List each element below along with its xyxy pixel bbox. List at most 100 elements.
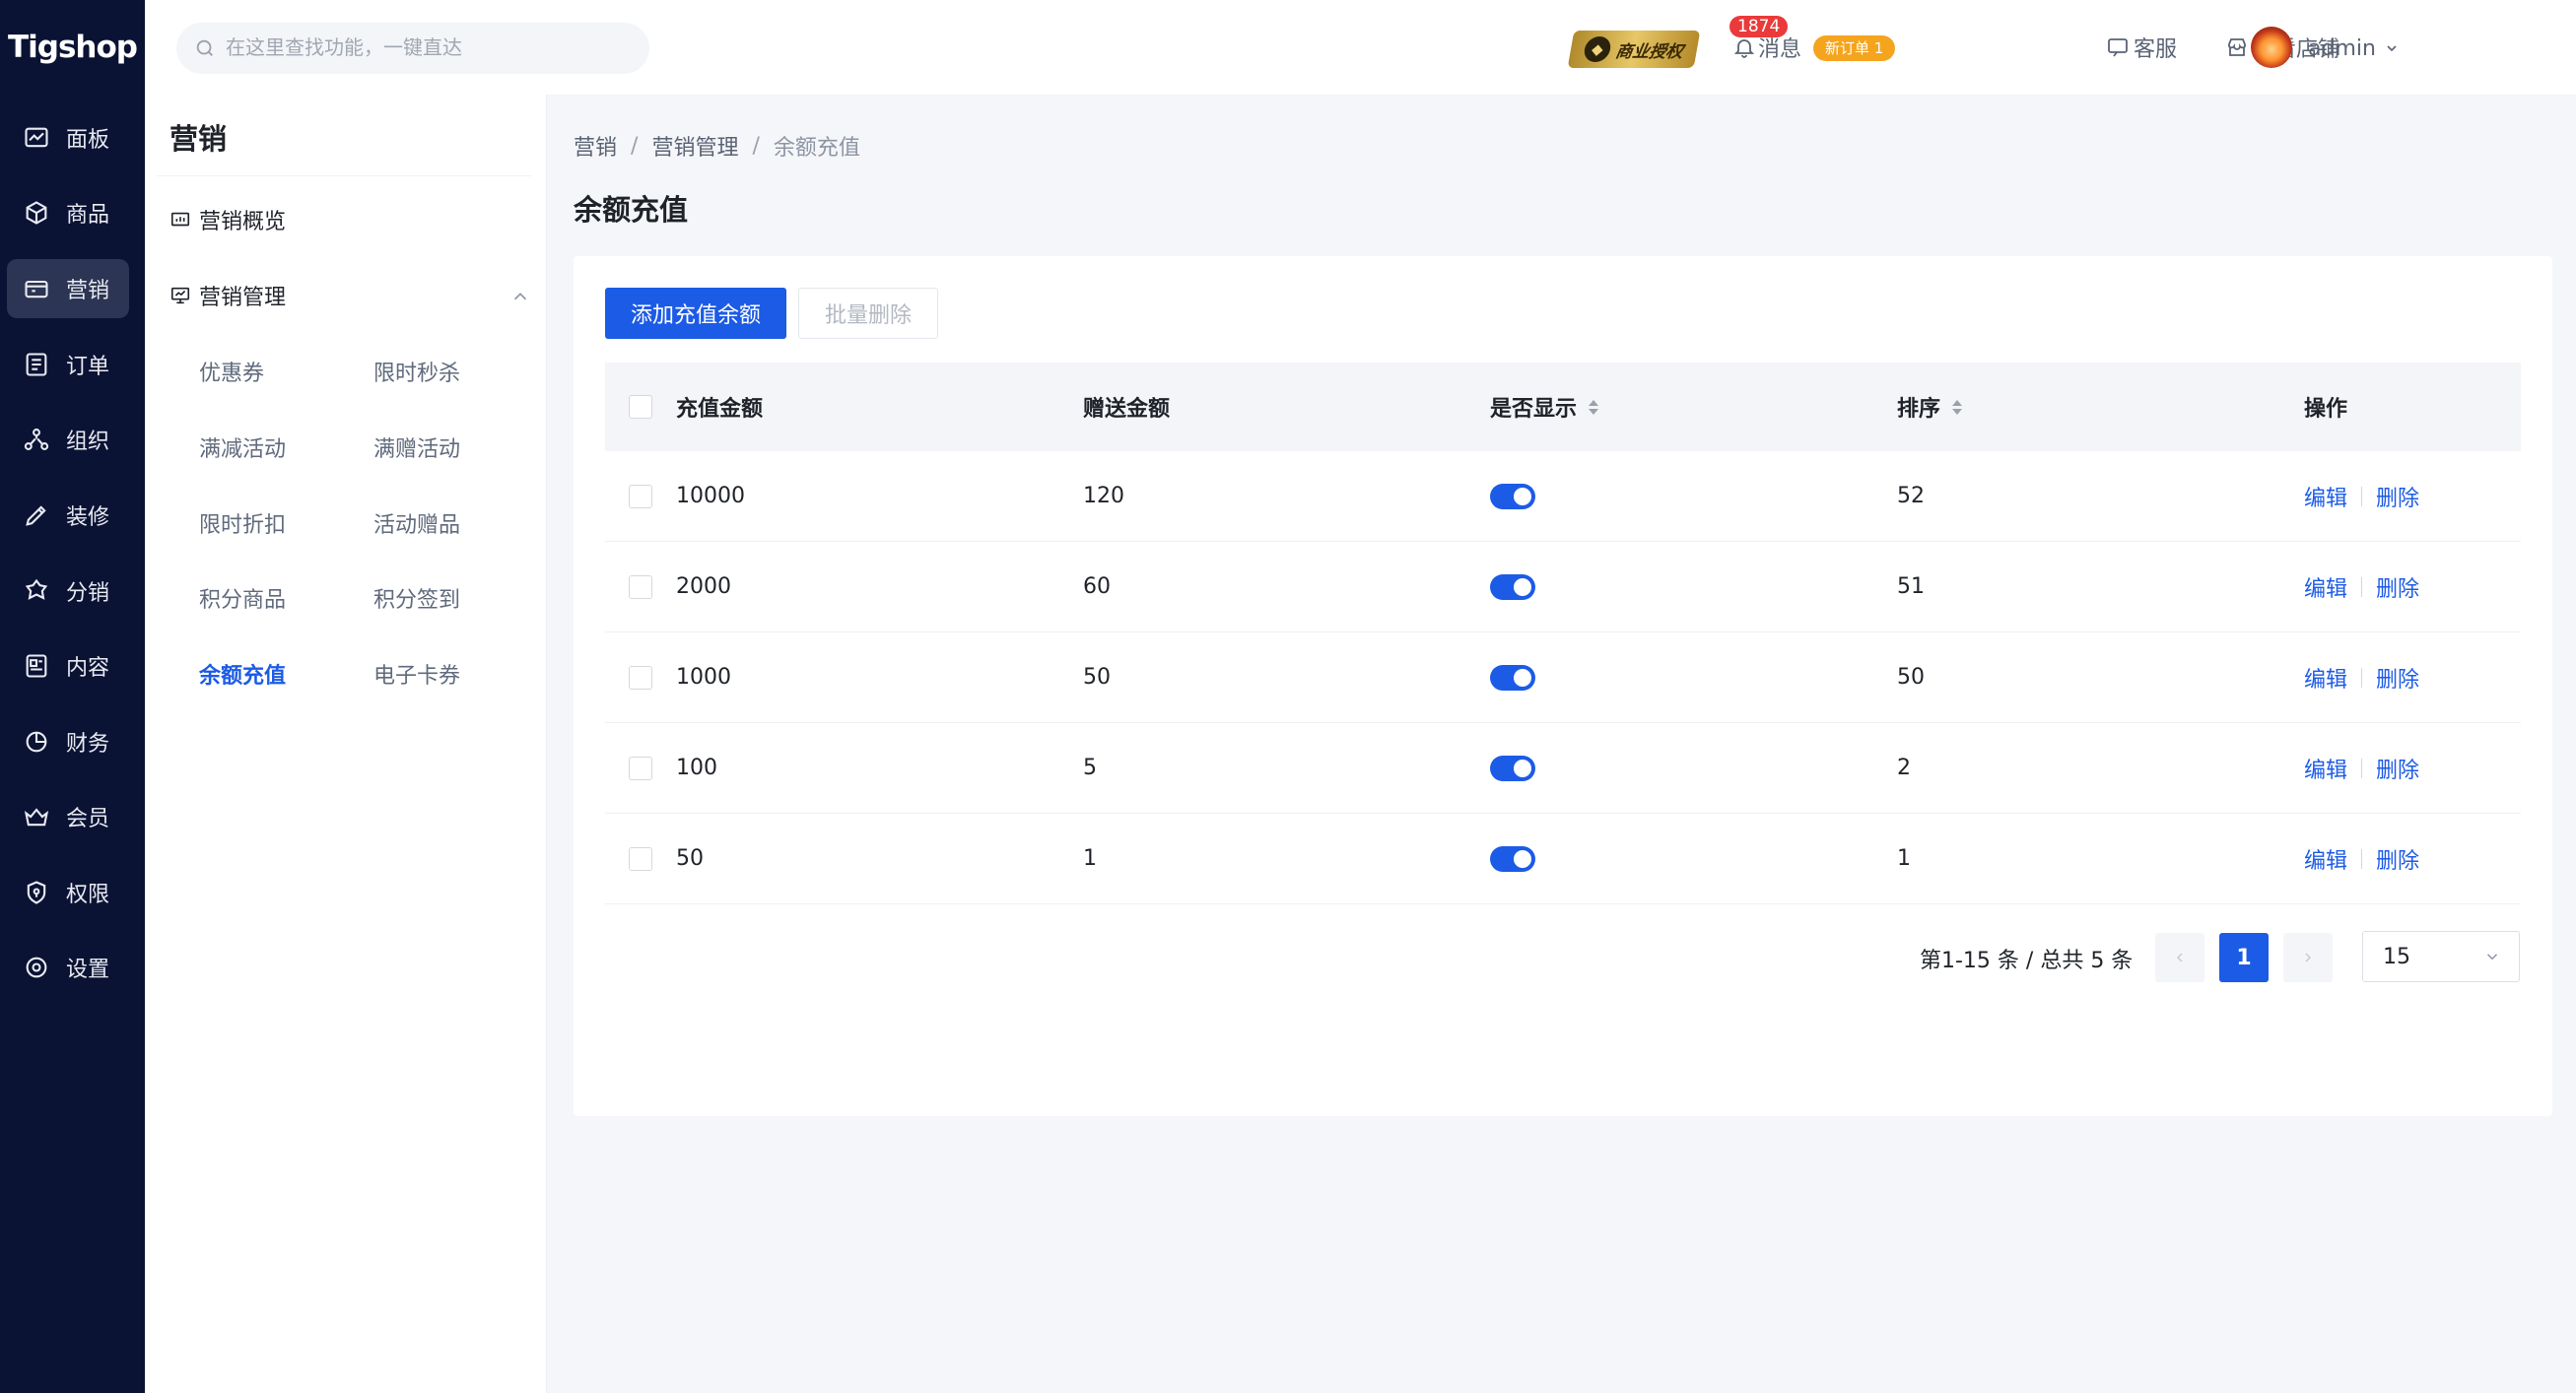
- cell-amount: 1000: [676, 665, 731, 690]
- row-checkbox[interactable]: [629, 665, 652, 690]
- edit-link[interactable]: 编辑: [2304, 843, 2347, 875]
- org-icon: [23, 426, 50, 453]
- delete-link[interactable]: 删除: [2376, 662, 2419, 694]
- distribution-icon: [23, 577, 50, 605]
- divider: [157, 175, 531, 176]
- nav-item-decorate[interactable]: 装修: [7, 486, 129, 545]
- breadcrumb-current: 余额充值: [773, 136, 860, 161]
- order-icon: [23, 351, 50, 378]
- edit-link[interactable]: 编辑: [2304, 571, 2347, 603]
- marketing-icon: [23, 275, 50, 302]
- submenu-leaf-ecard[interactable]: 电子卡券: [373, 658, 460, 690]
- service-label: 客服: [2134, 37, 2178, 62]
- delete-link[interactable]: 删除: [2376, 753, 2419, 784]
- submenu-leaf-full-reduction[interactable]: 满减活动: [199, 431, 286, 463]
- delete-link[interactable]: 删除: [2376, 481, 2419, 512]
- divider: [2361, 758, 2363, 778]
- submenu-leaf-balance-recharge[interactable]: 余额充值: [199, 658, 286, 690]
- chevron-left-icon: [2177, 953, 2183, 962]
- nav-label: 装修: [66, 505, 110, 530]
- row-checkbox[interactable]: [629, 756, 652, 780]
- service-link[interactable]: 客服: [2106, 30, 2177, 65]
- page-size-select[interactable]: 15: [2362, 931, 2520, 982]
- row-checkbox[interactable]: [629, 574, 652, 599]
- nav-label: 权限: [66, 883, 110, 907]
- divider: [2361, 848, 2363, 869]
- prev-page-button[interactable]: [2155, 933, 2204, 982]
- column-header-show[interactable]: 是否显示: [1490, 391, 1897, 423]
- new-order-badge[interactable]: 新订单 1: [1813, 35, 1896, 61]
- add-recharge-button[interactable]: 添加充值余额: [605, 288, 786, 339]
- submenu-leaf-points-goods[interactable]: 积分商品: [199, 582, 286, 614]
- row-checkbox[interactable]: [629, 484, 652, 508]
- submenu-leaf-full-gift[interactable]: 满赠活动: [373, 431, 460, 463]
- divider: [2361, 486, 2363, 506]
- submenu-leaf-points-signin[interactable]: 积分签到: [373, 582, 460, 614]
- nav-label: 订单: [66, 355, 110, 379]
- cell-sort: 50: [1897, 665, 1925, 690]
- sort-icon[interactable]: [1952, 399, 1963, 415]
- search-box[interactable]: [176, 23, 649, 74]
- show-toggle[interactable]: [1490, 845, 1535, 872]
- delete-link[interactable]: 删除: [2376, 843, 2419, 875]
- submenu-item-overview[interactable]: 营销概览: [169, 200, 286, 239]
- sort-icon[interactable]: [1589, 399, 1599, 415]
- cell-bonus: 1: [1083, 846, 1097, 871]
- store-icon: [2228, 38, 2246, 56]
- cell-bonus: 120: [1083, 484, 1124, 508]
- breadcrumb-separator: /: [631, 133, 639, 159]
- submenu-label: 营销概览: [199, 210, 287, 234]
- chevron-right-icon: [2305, 953, 2311, 962]
- edit-link[interactable]: 编辑: [2304, 481, 2347, 512]
- nav-item-order[interactable]: 订单: [7, 335, 129, 394]
- nav-item-distribution[interactable]: 分销: [7, 562, 129, 621]
- nav-label: 设置: [66, 958, 110, 982]
- show-toggle[interactable]: [1490, 664, 1535, 691]
- cell-bonus: 50: [1083, 665, 1111, 690]
- submenu-leaf-gift[interactable]: 活动赠品: [373, 507, 460, 539]
- page-number-button[interactable]: 1: [2219, 933, 2269, 982]
- submenu-leaf-seckill[interactable]: 限时秒杀: [373, 356, 460, 387]
- nav-item-permission[interactable]: 权限: [7, 863, 129, 922]
- row-checkbox[interactable]: [629, 846, 652, 871]
- submenu-label: 营销管理: [199, 286, 287, 310]
- nav-item-dashboard[interactable]: 面板: [7, 108, 129, 167]
- breadcrumb-item[interactable]: 营销管理: [651, 130, 738, 162]
- batch-delete-button[interactable]: 批量删除: [798, 288, 938, 339]
- show-toggle[interactable]: [1490, 755, 1535, 781]
- submenu-leaf-coupon[interactable]: 优惠券: [199, 356, 264, 387]
- nav-item-member[interactable]: 会员: [7, 787, 129, 846]
- decorate-icon: [23, 501, 50, 529]
- cell-amount: 2000: [676, 574, 731, 599]
- cell-sort: 51: [1897, 574, 1925, 599]
- nav-item-marketing[interactable]: 营销: [7, 259, 129, 318]
- submenu-group-management[interactable]: 营销管理: [169, 276, 286, 315]
- dashboard-icon: [23, 124, 50, 152]
- submenu-leaf-discount[interactable]: 限时折扣: [199, 507, 286, 539]
- nav-item-content[interactable]: 内容: [7, 636, 129, 696]
- license-badge[interactable]: ◆ 商业授权: [1567, 31, 1701, 68]
- search-input[interactable]: [226, 36, 620, 60]
- nav-item-org[interactable]: 组织: [7, 410, 129, 469]
- nav-item-goods[interactable]: 商品: [7, 183, 129, 242]
- edit-link[interactable]: 编辑: [2304, 662, 2347, 694]
- user-menu[interactable]: admin: [2308, 33, 2400, 64]
- nav-item-settings[interactable]: 设置: [7, 938, 129, 997]
- nav-label: 财务: [66, 732, 110, 757]
- nav-label: 内容: [66, 656, 110, 681]
- table-row: 1000 50 50 编辑 删除: [605, 632, 2521, 723]
- select-all-checkbox[interactable]: [629, 395, 652, 419]
- column-header-sort[interactable]: 排序: [1897, 391, 2304, 423]
- next-page-button[interactable]: [2283, 933, 2333, 982]
- column-header-bonus: 赠送金额: [1083, 397, 1171, 422]
- breadcrumb-item[interactable]: 营销: [574, 130, 617, 162]
- nav-item-finance[interactable]: 财务: [7, 712, 129, 771]
- delete-link[interactable]: 删除: [2376, 571, 2419, 603]
- logo[interactable]: Tigshop: [0, 0, 145, 94]
- avatar[interactable]: [2251, 27, 2292, 68]
- edit-link[interactable]: 编辑: [2304, 753, 2347, 784]
- cell-amount: 50: [676, 846, 704, 871]
- show-toggle[interactable]: [1490, 573, 1535, 600]
- show-toggle[interactable]: [1490, 483, 1535, 509]
- chevron-up-icon[interactable]: [509, 286, 531, 307]
